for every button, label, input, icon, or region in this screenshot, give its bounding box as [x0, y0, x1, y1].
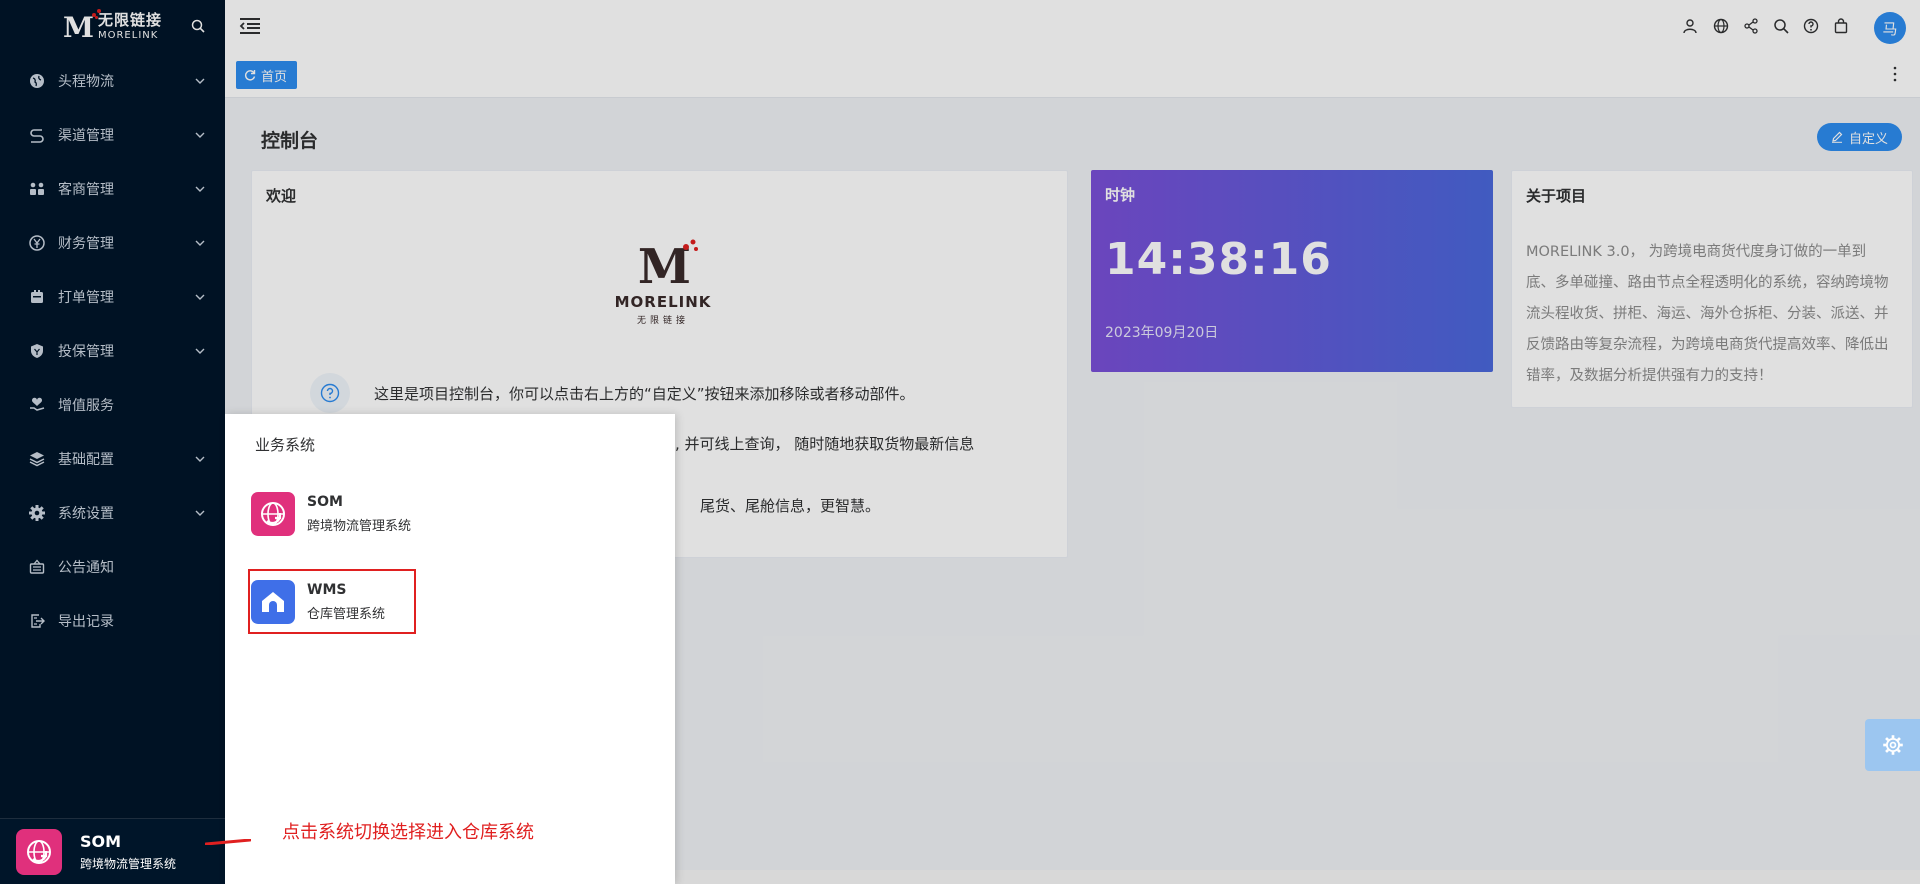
som-system-icon — [251, 492, 295, 536]
system-option-wms[interactable]: WMS 仓库管理系统 — [251, 580, 385, 624]
bottom-strip — [675, 870, 1920, 884]
system-name: SOM — [307, 494, 343, 510]
system-switch-panel: 业务系统 SOM 跨境物流管理系统 WMS 仓库管理系统 — [225, 414, 675, 884]
system-desc: 仓库管理系统 — [307, 607, 386, 622]
system-name: WMS — [307, 582, 347, 598]
system-switcher[interactable]: SOM 跨境物流管理系统 — [0, 818, 225, 884]
system-option-som[interactable]: SOM 跨境物流管理系统 — [251, 492, 411, 536]
annotation-text: 点击系统切换选择进入仓库系统 — [282, 822, 534, 843]
current-system-name: SOM — [80, 831, 122, 851]
settings-fab[interactable] — [1865, 719, 1920, 771]
system-desc: 跨境物流管理系统 — [307, 519, 412, 534]
annotation-stroke — [205, 839, 251, 845]
current-system-desc: 跨境物流管理系统 — [80, 856, 177, 871]
gear-icon — [1882, 735, 1903, 755]
warehouse-icon — [251, 580, 295, 624]
panel-title: 业务系统 — [255, 436, 316, 454]
som-system-icon — [16, 828, 62, 875]
